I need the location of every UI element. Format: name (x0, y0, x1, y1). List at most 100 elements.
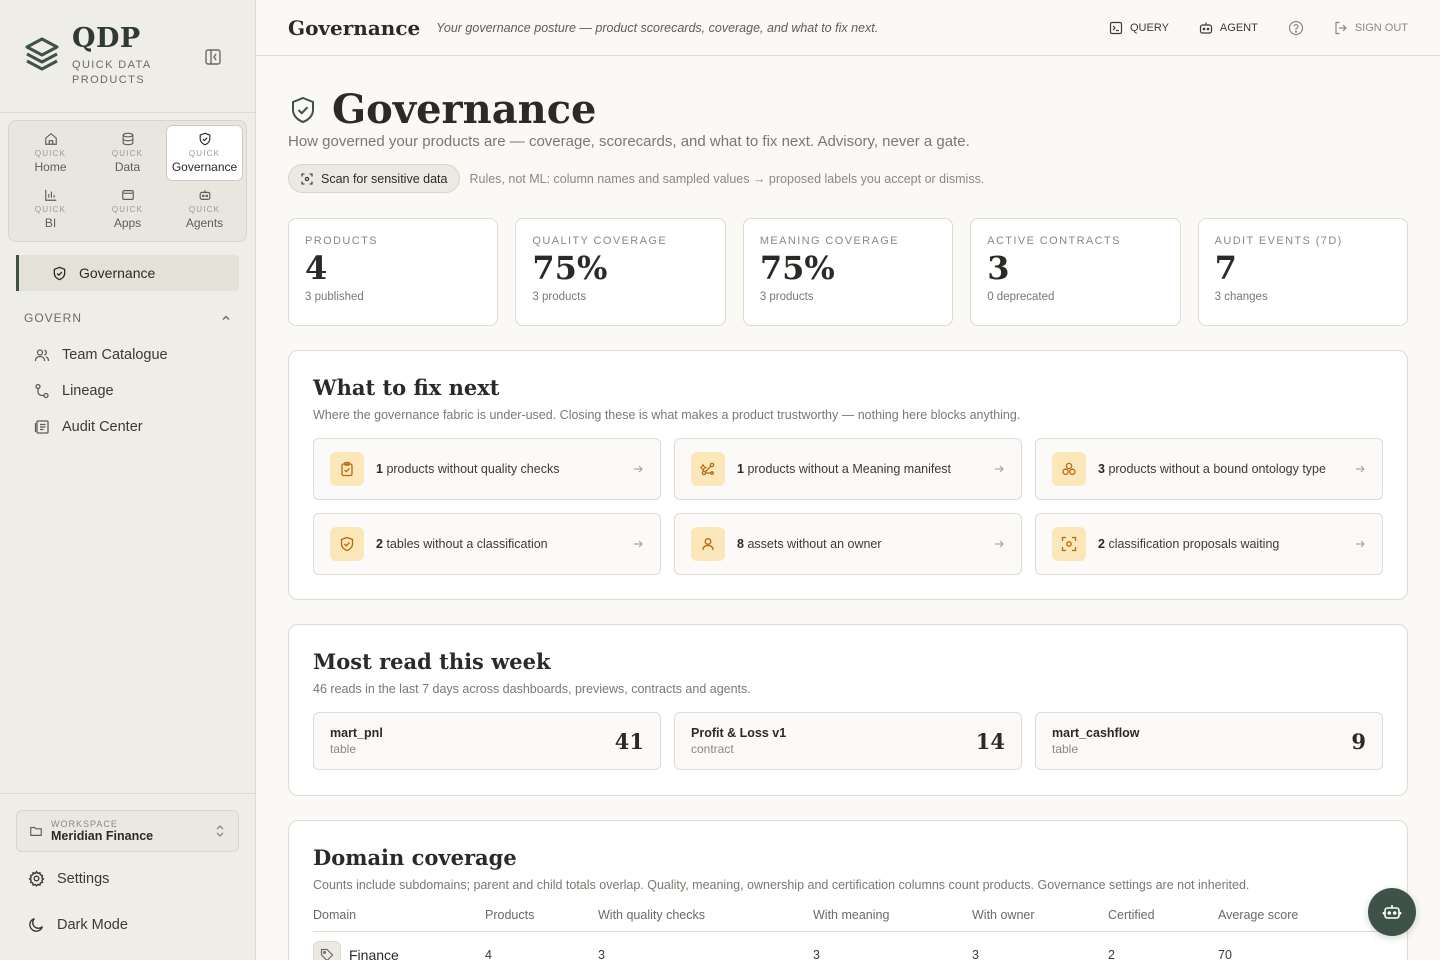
table-cell: 3 (813, 948, 820, 960)
app-label: Governance (171, 160, 238, 174)
fix-item-proposals[interactable]: 2 classification proposals waiting (1035, 513, 1383, 575)
scan-icon (1052, 527, 1086, 561)
stat-value: 75% (532, 249, 608, 287)
stat-card-meaning-coverage: MEANING COVERAGE 75% 3 products (742, 218, 954, 326)
most-read-item[interactable]: mart_cashflow table 9 (1035, 712, 1383, 770)
sidebar: QDP QUICK DATA PRODUCTS QUICK Home QUICK… (0, 0, 256, 960)
app-tile-governance[interactable]: QUICK Governance (166, 125, 243, 181)
section-header-govern[interactable]: GOVERN (24, 311, 232, 325)
app-tile-bi[interactable]: QUICK BI (12, 181, 89, 237)
sidebar-item-audit-center[interactable]: Audit Center (34, 419, 143, 435)
fix-item-quality-checks[interactable]: 1 products without quality checks (313, 438, 661, 500)
agent-chat-fab[interactable] (1368, 888, 1416, 936)
arrow-right-icon (1356, 540, 1365, 548)
dark-mode-toggle[interactable]: Dark Mode (28, 916, 128, 933)
sidebar-item-lineage[interactable]: Lineage (34, 383, 114, 399)
read-count: 14 (975, 728, 1005, 754)
folder-icon (30, 826, 42, 836)
arrow-right-icon (634, 465, 643, 473)
settings-label: Settings (57, 870, 110, 887)
card-description: 46 reads in the last 7 days across dashb… (313, 682, 751, 696)
sidebar-item-label: Team Catalogue (62, 347, 168, 363)
column-header[interactable]: With meaning (813, 908, 972, 932)
read-kind: table (1052, 742, 1079, 756)
app-tile-apps[interactable]: QUICK Apps (89, 181, 166, 237)
tag-icon (313, 941, 341, 960)
stat-sub: 3 published (305, 291, 364, 303)
sidebar-item-team-catalogue[interactable]: Team Catalogue (34, 347, 168, 363)
settings-link[interactable]: Settings (28, 870, 109, 887)
stat-sub: 3 products (532, 291, 587, 303)
workspace-name: Meridian Finance (51, 829, 154, 843)
card-description: Where the governance fabric is under-use… (313, 408, 1021, 422)
collapse-sidebar-icon[interactable] (203, 47, 223, 67)
fix-item-classification[interactable]: 2 tables without a classification (313, 513, 661, 575)
card-title: Most read this week (313, 649, 551, 674)
domain-coverage-table: Domain Products With quality checks With… (313, 908, 1383, 960)
divider (0, 793, 256, 794)
fix-next-card: What to fix next Where the governance fa… (288, 350, 1408, 600)
topbar-actions: QUERY AGENT SIGN OUT (1109, 0, 1408, 56)
dark-mode-label: Dark Mode (57, 916, 128, 933)
stat-label: MEANING COVERAGE (759, 235, 899, 247)
column-header[interactable]: Domain (313, 908, 485, 932)
sidebar-item-label: Audit Center (62, 419, 143, 435)
fix-label: products without quality checks (386, 462, 560, 476)
fix-item-meaning-manifest[interactable]: 1 products without a Meaning manifest (674, 438, 1022, 500)
column-header[interactable]: Certified (1108, 908, 1218, 932)
sidebar-item-governance[interactable]: Governance (16, 255, 239, 291)
most-read-card: Most read this week 46 reads in the last… (288, 624, 1408, 796)
stack-logo-icon (25, 37, 59, 71)
chevron-up-down-icon (216, 825, 224, 837)
page-description: How governed your products are — coverag… (288, 133, 970, 150)
app-tile-agents[interactable]: QUICK Agents (166, 181, 243, 237)
app-tile-home[interactable]: QUICK Home (12, 125, 89, 181)
home-icon (44, 133, 57, 145)
sidebar-item-label: Governance (79, 265, 156, 281)
query-button[interactable]: QUERY (1109, 21, 1169, 35)
topbar-title: Governance (288, 15, 421, 40)
scan-note: Rules, not ML: column names and sampled … (469, 171, 985, 186)
table-cell: 3 (598, 948, 605, 960)
column-header[interactable]: With owner (972, 908, 1108, 932)
fix-item-text: 2 tables without a classification (376, 537, 620, 551)
brand[interactable]: QDP QUICK DATA PRODUCTS (24, 24, 162, 88)
table-row[interactable]: Finance 4 3 3 3 2 70 (313, 932, 1383, 960)
fix-item-owner[interactable]: 8 assets without an owner (674, 513, 1022, 575)
stat-value: 3 (987, 249, 1010, 287)
column-header[interactable]: Average score (1218, 908, 1383, 932)
card-title: Domain coverage (313, 845, 517, 870)
stat-card-quality-coverage: QUALITY COVERAGE 75% 3 products (515, 218, 726, 326)
fix-count: 1 (737, 462, 744, 476)
arrow-right-icon (634, 540, 643, 548)
sign-out-icon (1335, 21, 1347, 35)
sign-out-button[interactable]: SIGN OUT (1334, 21, 1408, 35)
help-icon (1288, 20, 1303, 36)
fix-item-text: 1 products without a Meaning manifest (737, 462, 981, 476)
fix-item-ontology-type[interactable]: 3 products without a bound ontology type (1035, 438, 1383, 500)
stat-label: PRODUCTS (305, 235, 378, 247)
column-header[interactable]: Products (485, 908, 598, 932)
fix-item-text: 3 products without a bound ontology type (1098, 462, 1342, 476)
most-read-item[interactable]: mart_pnl table 41 (313, 712, 661, 770)
workspace-switcher[interactable]: WORKSPACE Meridian Finance (16, 810, 239, 852)
app-label: Home (34, 160, 67, 174)
topbar: Governance Your governance posture — pro… (256, 0, 1440, 56)
column-header[interactable]: With quality checks (598, 908, 813, 932)
stat-card-active-contracts: ACTIVE CONTRACTS 3 0 deprecated (970, 218, 1181, 326)
stat-value: 7 (1214, 249, 1237, 287)
clipboard-check-icon (330, 452, 364, 486)
fix-next-grid: 1 products without quality checks 1 prod… (313, 438, 1383, 575)
help-button[interactable] (1288, 20, 1304, 36)
database-icon (122, 132, 133, 146)
app-tile-data[interactable]: QUICK Data (89, 125, 166, 181)
shield-check-icon (53, 266, 66, 280)
app-prefix: QUICK (188, 149, 221, 158)
stat-value: 75% (759, 249, 835, 287)
read-count: 41 (614, 728, 644, 754)
stat-label: ACTIVE CONTRACTS (987, 235, 1121, 247)
domain-name: Finance (349, 947, 399, 960)
agent-button[interactable]: AGENT (1199, 21, 1258, 35)
most-read-item[interactable]: Profit & Loss v1 contract 14 (674, 712, 1022, 770)
scan-sensitive-data-button[interactable]: Scan for sensitive data (288, 164, 461, 193)
